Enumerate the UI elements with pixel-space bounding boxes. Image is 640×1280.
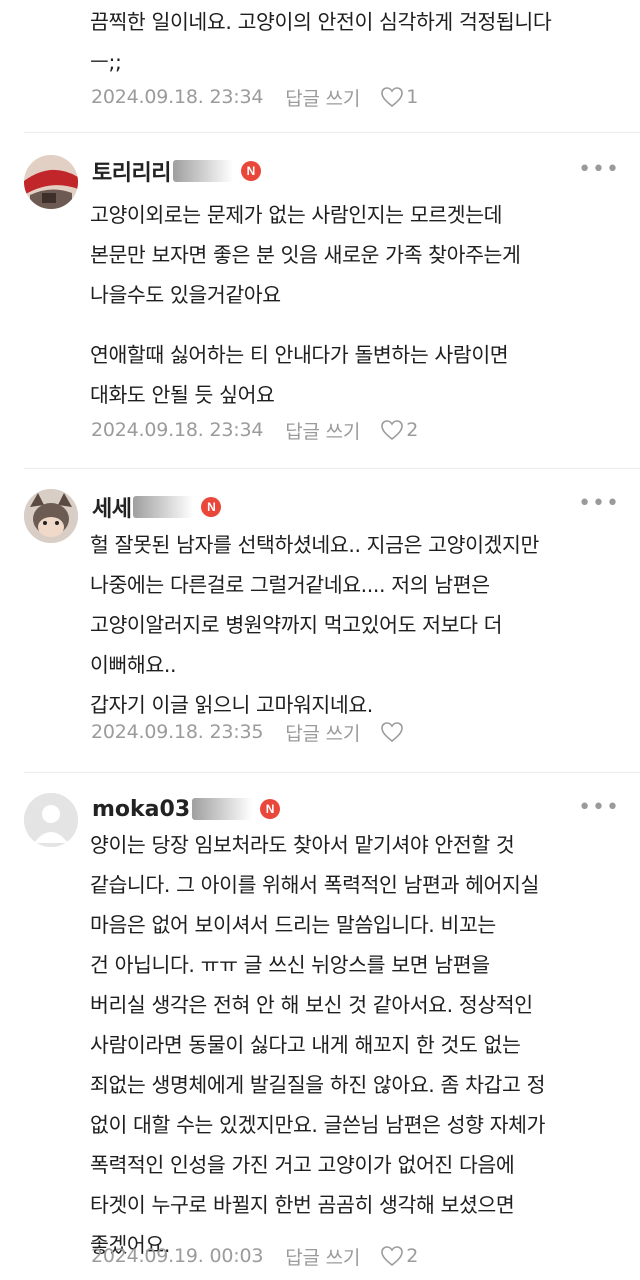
author-name-blur [133, 496, 194, 518]
reply-button[interactable]: 답글 쓰기 [285, 1243, 360, 1270]
like-button[interactable]: 1 [380, 86, 418, 108]
more-dots-icon[interactable]: ••• [578, 159, 620, 181]
author-row: moka03 N [92, 791, 281, 827]
comment-line: 버리실 생각은 전혀 안 해 보신 것 같아서요. 정상적인 [90, 993, 533, 1017]
like-button[interactable]: 2 [380, 419, 418, 441]
comment-line: 타겟이 누구로 바뀔지 한번 곰곰히 생각해 보셨으면 [90, 1193, 515, 1217]
comment-line: 대화도 안될 듯 싶어요 [90, 383, 275, 407]
comment-line: 본문만 보자면 좋은 분 잇음 새로운 가족 찾아주는게 [90, 243, 521, 267]
comment-date: 2024.09.18. 23:34 [91, 419, 264, 441]
comment-meta: 2024.09.18. 23:34 답글 쓰기 1 [91, 82, 418, 112]
comment-body: 고양이외로는 문제가 없는 사람인지는 모르겟는데 본문만 보자면 좋은 분 잇… [90, 195, 620, 415]
comment-line: 고양이알러지로 병원약까지 먹고있어도 저보다 더 [90, 613, 503, 637]
comment-body: 끔찍한 일이네요. 고양이의 안전이 심각하게 걱정됩니다 ㅡ;; [90, 2, 620, 82]
comment-line: 마음은 없어 보이셔서 드리는 말씀입니다. 비꼬는 [90, 913, 496, 937]
author-name-blur [192, 798, 253, 820]
like-count: 2 [406, 419, 419, 441]
more-dots-icon[interactable]: ••• [578, 797, 620, 819]
comment-meta: 2024.09.18. 23:34 답글 쓰기 2 [91, 415, 418, 445]
comment-line: 고양이외로는 문제가 없는 사람인지는 모르겟는데 [90, 203, 503, 227]
comment-body: 헐 잘못된 남자를 선택하셨네요.. 지금은 고양이겠지만 나중에는 다른걸로 … [90, 525, 620, 725]
comment-line: 건 아닙니다. ㅠㅠ 글 쓰신 뉘앙스를 보면 남편을 [90, 953, 490, 977]
comment-line: 나을수도 있을거같아요 [90, 283, 281, 307]
comment-line: 같습니다. 그 아이를 위해서 폭력적인 남편과 헤어지실 [90, 873, 539, 897]
comment-date: 2024.09.18. 23:34 [91, 86, 264, 108]
author-name[interactable]: moka03 [92, 797, 190, 822]
author-row: 세세 N [92, 489, 222, 525]
comment-3: 세세 N ••• 헐 잘못된 남자를 선택하셨네요.. 지금은 고양이겠지만 나… [0, 469, 640, 769]
new-badge-icon: N [201, 497, 222, 517]
more-dots-icon[interactable]: ••• [578, 493, 620, 515]
comment-line: 이뻐해요.. [90, 653, 177, 677]
comment-meta: 2024.09.18. 23:35 답글 쓰기 [91, 717, 406, 747]
avatar[interactable] [24, 489, 78, 543]
comment-1: 끔찍한 일이네요. 고양이의 안전이 심각하게 걱정됩니다 ㅡ;; 2024.0… [0, 0, 640, 130]
reply-button[interactable]: 답글 쓰기 [285, 417, 360, 444]
comment-line: 양이는 당장 임보처라도 찾아서 맡기셔야 안전할 것 [90, 833, 515, 857]
comment-line: 사람이라면 동물이 싫다고 내게 해꼬지 한 것도 없는 [90, 1033, 521, 1057]
comment-line: ㅡ;; [90, 50, 122, 74]
avatar[interactable] [24, 155, 78, 209]
heart-icon [381, 420, 404, 441]
comment-meta: 2024.09.19. 00:03 답글 쓰기 2 [91, 1241, 418, 1271]
heart-icon [381, 722, 404, 743]
like-count: 1 [406, 86, 419, 108]
heart-icon [381, 1246, 404, 1267]
new-badge-icon: N [240, 161, 261, 181]
comment-line: 죄없는 생명체에게 발길질을 하진 않아요. 좀 차갑고 정 [90, 1073, 546, 1097]
comment-line: 끔찍한 일이네요. 고양이의 안전이 심각하게 걱정됩니다 [90, 10, 552, 34]
comment-date: 2024.09.18. 23:35 [91, 721, 264, 743]
comment-body: 양이는 당장 임보처라도 찾아서 맡기셔야 안전할 것 같습니다. 그 아이를 … [90, 825, 620, 1265]
like-button[interactable]: 2 [380, 1245, 418, 1267]
comment-date: 2024.09.19. 00:03 [91, 1245, 264, 1267]
comment-line: 헐 잘못된 남자를 선택하셨네요.. 지금은 고양이겠지만 [90, 533, 539, 557]
comment-line: 폭력적인 인성을 가진 거고 고양이가 없어진 다음에 [90, 1153, 515, 1177]
avatar[interactable] [24, 793, 78, 847]
reply-button[interactable]: 답글 쓰기 [285, 84, 360, 111]
comment-line: 나중에는 다른걸로 그럴거같네요.... 저의 남편은 [90, 573, 490, 597]
like-count: 2 [406, 1245, 419, 1267]
author-name[interactable]: 토리리리 [92, 155, 171, 187]
comment-line: 연애할때 싫어하는 티 안내다가 돌변하는 사람이면 [90, 343, 509, 367]
reply-button[interactable]: 답글 쓰기 [285, 719, 360, 746]
comment-2: 토리리리 N ••• 고양이외로는 문제가 없는 사람인지는 모르겟는데 본문만… [0, 133, 640, 463]
like-button[interactable] [380, 721, 406, 743]
author-name[interactable]: 세세 [92, 491, 132, 523]
comment-line: 없이 대할 수는 있겠지만요. 글쓴님 남편은 성향 자체가 [90, 1113, 546, 1137]
heart-icon [381, 87, 404, 108]
comment-4: moka03 N ••• 양이는 당장 임보처라도 찾아서 맡기셔야 안전할 것… [0, 773, 640, 1280]
author-name-blur [172, 160, 233, 182]
author-row: 토리리리 N [92, 153, 261, 189]
new-badge-icon: N [260, 799, 281, 819]
